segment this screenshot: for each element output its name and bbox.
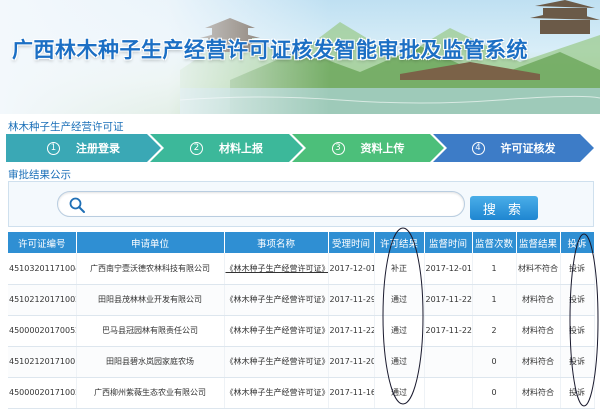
step-license-issuance[interactable]: 4 许可证核发 — [433, 134, 594, 162]
cell-supervise-count: 0 — [472, 346, 517, 378]
cell-license-result: 通过 — [374, 315, 425, 347]
cell-supervise-count: 0 — [472, 377, 517, 409]
cell-supervise-count: 1 — [472, 284, 517, 316]
step-register-login[interactable]: 1 注册登录 — [6, 134, 161, 162]
cell-supervise-result: 材料符合 — [516, 346, 561, 378]
system-title: 广西林木种子生产经营许可证核发智能审批及监管系统 — [12, 38, 528, 62]
cell-license-no: 45000020170052 — [8, 315, 77, 347]
license-section-label: 林木种子生产经营许可证 — [8, 121, 124, 133]
header-license-result: 许可结果 — [374, 232, 425, 253]
step-number: 1 — [47, 142, 60, 155]
cell-accept-time: 2017-11-20 — [328, 346, 375, 378]
cell-supervise-result: 材料符合 — [516, 377, 561, 409]
item-link[interactable]: 《林木种子生产经营许可证》 — [224, 284, 329, 316]
complaint-link[interactable]: 投诉 — [560, 284, 595, 316]
header-supervise-time: 监督时间 — [424, 232, 473, 253]
cell-accept-time: 2017-11-16 — [328, 377, 375, 409]
cell-supervise-count: 2 — [472, 315, 517, 347]
step-label: 资料上传 — [360, 142, 405, 155]
cell-accept-time: 2017-11-29 — [328, 284, 375, 316]
table-row: 45103201171004 广西南宁壹沃德农林科技有限公司 《林木种子生产经营… — [8, 253, 595, 285]
cell-supervise-time: 2017-12-01 — [424, 253, 473, 285]
cell-accept-time: 2017-11-22 — [328, 315, 375, 347]
header-item-name: 事项名称 — [224, 232, 329, 253]
step-label: 材料上报 — [219, 142, 263, 155]
search-box[interactable] — [57, 191, 465, 217]
approval-results-label: 审批结果公示 — [8, 169, 71, 181]
header-banner: 广西林木种子生产经营许可证核发智能审批及监管系统 — [0, 0, 600, 114]
cell-supervise-time: 2017-11-22 — [424, 284, 473, 316]
results-table: 许可证编号 申请单位 事项名称 受理时间 许可结果 监督时间 监督次数 监督结果… — [8, 232, 595, 409]
header-complaint: 投诉 — [560, 232, 595, 253]
search-button[interactable]: 搜 索 — [470, 196, 538, 220]
step-number: 3 — [332, 142, 345, 155]
complaint-link[interactable]: 投诉 — [560, 253, 595, 285]
cell-license-result: 补正 — [374, 253, 425, 285]
complaint-link[interactable]: 投诉 — [560, 315, 595, 347]
cell-license-no: 45103201171004 — [8, 253, 77, 285]
header-license-no: 许可证编号 — [8, 232, 77, 253]
cell-supervise-result: 材料符合 — [516, 315, 561, 347]
complaint-link[interactable]: 投诉 — [560, 377, 595, 409]
table-header-row: 许可证编号 申请单位 事项名称 受理时间 许可结果 监督时间 监督次数 监督结果… — [8, 232, 595, 253]
item-link[interactable]: 《林木种子生产经营许可证》 — [224, 346, 329, 378]
cell-license-no: 45102120171002 — [8, 284, 77, 316]
cell-applicant: 广西柳州紫薇生态农业有限公司 — [76, 377, 225, 409]
step-material-report[interactable]: 2 材料上报 — [150, 134, 303, 162]
complaint-link[interactable]: 投诉 — [560, 346, 595, 378]
step-number: 2 — [190, 142, 203, 155]
cell-license-result: 通过 — [374, 346, 425, 378]
process-steps: 1 注册登录 2 材料上报 3 资料上传 4 许可证核发 — [6, 134, 594, 162]
item-link[interactable]: 《林木种子生产经营许可证》 — [224, 315, 329, 347]
cell-license-no: 45000020171002 — [8, 377, 77, 409]
table-row: 45000020171002 广西柳州紫薇生态农业有限公司 《林木种子生产经营许… — [8, 377, 595, 409]
cell-applicant: 田阳县茂林林业开发有限公司 — [76, 284, 225, 316]
cell-applicant: 广西南宁壹沃德农林科技有限公司 — [76, 253, 225, 285]
table-row: 45102120171001 田阳县碧水岚园家庭农场 《林木种子生产经营许可证》… — [8, 346, 595, 378]
cell-supervise-result: 材料符合 — [516, 284, 561, 316]
header-accept-time: 受理时间 — [328, 232, 375, 253]
cell-supervise-time — [424, 377, 473, 409]
cell-supervise-count: 1 — [472, 253, 517, 285]
search-icon — [69, 197, 85, 213]
header-applicant: 申请单位 — [76, 232, 225, 253]
cell-supervise-result: 材料不符合 — [516, 253, 561, 285]
cell-license-result: 通过 — [374, 284, 425, 316]
cell-applicant: 巴马县冠园林有限责任公司 — [76, 315, 225, 347]
header-supervise-count: 监督次数 — [472, 232, 517, 253]
table-row: 45102120171002 田阳县茂林林业开发有限公司 《林木种子生产经营许可… — [8, 284, 595, 316]
cell-accept-time: 2017-12-01 — [328, 253, 375, 285]
cell-supervise-time — [424, 346, 473, 378]
step-document-upload[interactable]: 3 资料上传 — [292, 134, 444, 162]
item-link[interactable]: 《林木种子生产经营许可证》 — [224, 377, 329, 409]
step-label: 许可证核发 — [500, 142, 556, 155]
cell-license-no: 45102120171001 — [8, 346, 77, 378]
item-link[interactable]: 《林木种子生产经营许可证》 — [224, 253, 329, 285]
step-number: 4 — [472, 142, 485, 155]
table-row: 45000020170052 巴马县冠园林有限责任公司 《林木种子生产经营许可证… — [8, 315, 595, 347]
step-label: 注册登录 — [76, 142, 120, 155]
header-supervise-result: 监督结果 — [516, 232, 561, 253]
search-panel: 搜 索 — [8, 181, 594, 227]
search-input[interactable] — [90, 196, 460, 214]
cell-license-result: 通过 — [374, 377, 425, 409]
cell-supervise-time: 2017-11-22 — [424, 315, 473, 347]
cell-applicant: 田阳县碧水岚园家庭农场 — [76, 346, 225, 378]
